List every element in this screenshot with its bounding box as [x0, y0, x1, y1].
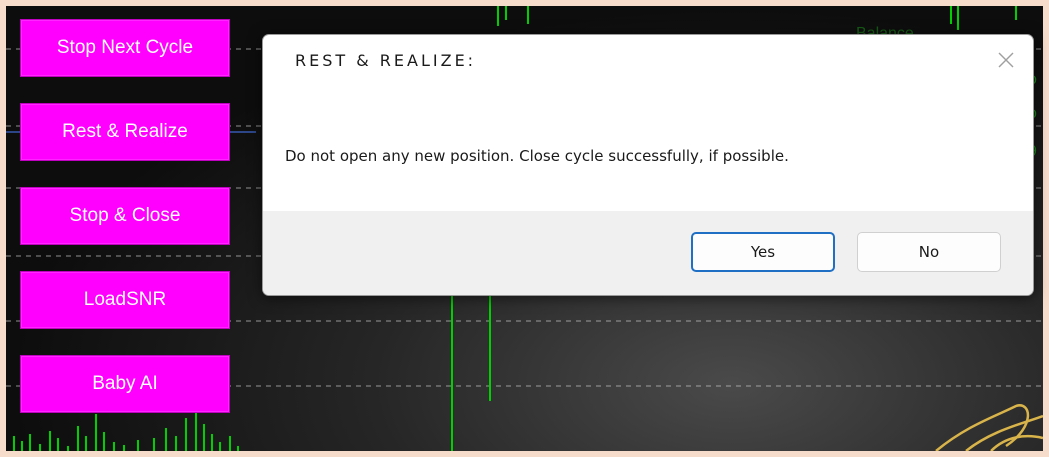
- baby-ai-button[interactable]: Baby AI: [20, 355, 230, 413]
- dialog-title: REST & REALIZE:: [295, 51, 477, 70]
- close-icon[interactable]: [995, 49, 1017, 71]
- load-snr-button[interactable]: LoadSNR: [20, 271, 230, 329]
- no-button[interactable]: No: [857, 232, 1001, 272]
- dialog-message: Do not open any new position. Close cycl…: [285, 147, 789, 165]
- stop-close-button[interactable]: Stop & Close: [20, 187, 230, 245]
- chart-volume: [13, 411, 239, 451]
- yes-button[interactable]: Yes: [691, 232, 835, 272]
- confirm-dialog: REST & REALIZE: Do not open any new posi…: [262, 34, 1034, 296]
- logo-ornament: [935, 404, 1043, 451]
- stop-next-cycle-button[interactable]: Stop Next Cycle: [20, 19, 230, 77]
- close-icon-glyph: [998, 52, 1014, 68]
- rest-realize-button[interactable]: Rest & Realize: [20, 103, 230, 161]
